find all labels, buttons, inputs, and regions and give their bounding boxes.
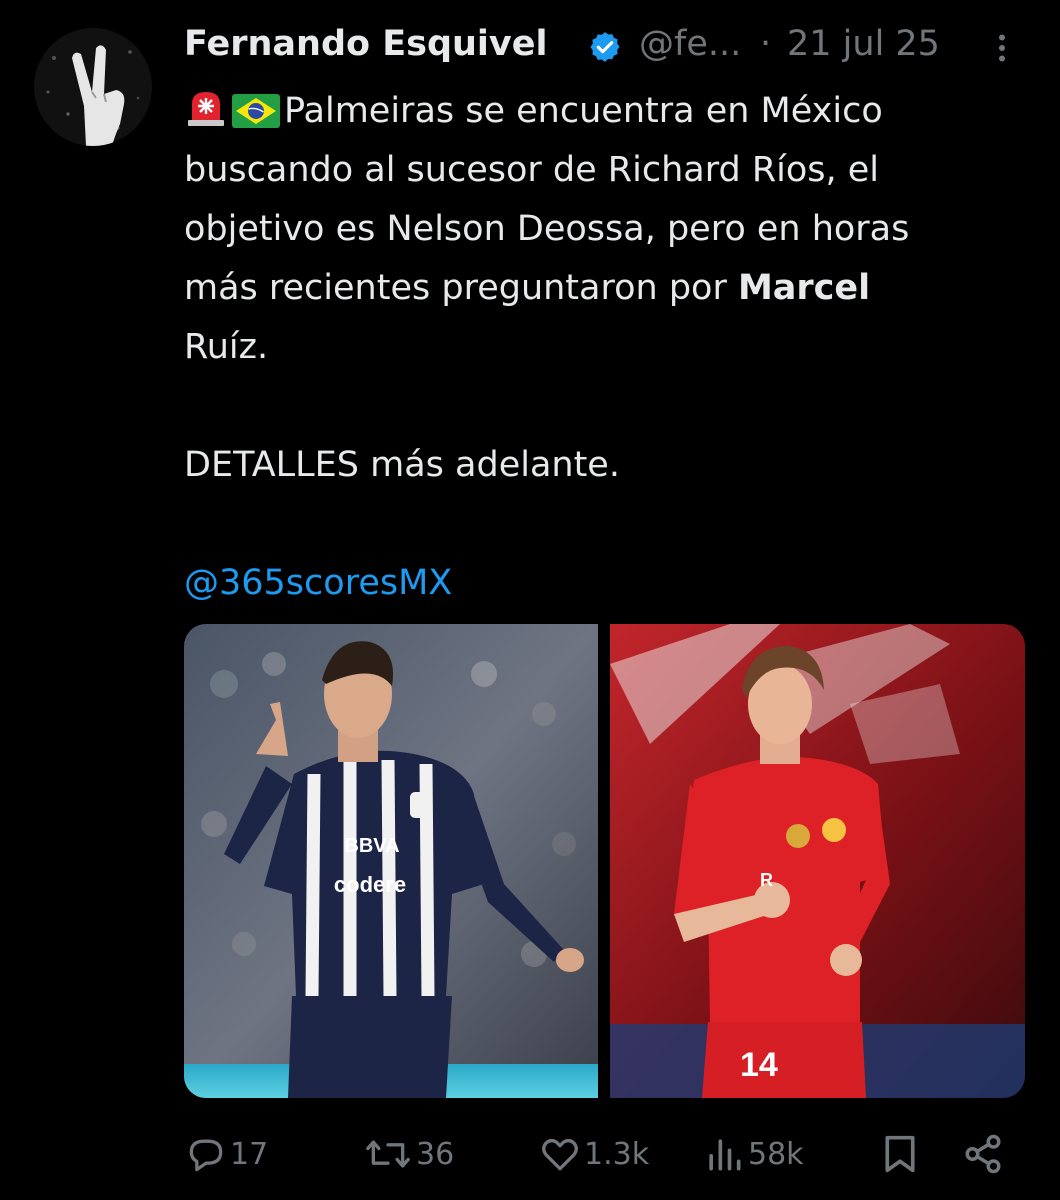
retweet-button[interactable]: 36 <box>362 1128 454 1180</box>
author-name[interactable]: Fernando Esquivel <box>184 24 547 64</box>
media-grid: BBVA codere 14 R <box>184 624 1025 1098</box>
tweet-text-line-2: buscando al sucesor de Richard Ríos, el <box>184 150 880 190</box>
jersey-text-codere: codere <box>334 872 406 897</box>
jersey-number: 14 <box>740 1046 778 1084</box>
avatar[interactable] <box>34 28 152 146</box>
verified-badge-icon <box>590 32 620 62</box>
peace-hand-icon <box>34 28 152 146</box>
reply-button[interactable]: 17 <box>184 1128 268 1180</box>
brazil-flag-emoji <box>232 94 280 128</box>
mention-link[interactable]: @365scoresMX <box>184 554 1044 613</box>
tweet-text-line-1: Palmeiras se encuentra en México <box>284 91 883 131</box>
tweet-text-line-5: Ruíz. <box>184 327 269 367</box>
views-button[interactable]: 58k <box>702 1128 804 1180</box>
tweet-date[interactable]: 21 jul 25 <box>787 24 940 64</box>
jersey-text-bbva: BBVA <box>344 835 399 857</box>
tweet-text: Palmeiras se encuentra en México buscand… <box>184 82 1044 613</box>
photo-player-toluca[interactable]: 14 R <box>610 624 1025 1098</box>
retweet-icon <box>366 1140 410 1168</box>
tweet-text-details: DETALLES más adelante. <box>184 445 620 485</box>
views-icon <box>709 1139 741 1171</box>
share-button[interactable] <box>962 1128 1004 1180</box>
views-count: 58k <box>748 1136 804 1172</box>
author-handle[interactable]: @fe... <box>639 24 741 64</box>
like-count: 1.3k <box>584 1136 650 1172</box>
rotating-light-emoji <box>188 92 224 126</box>
retweet-count: 36 <box>416 1136 455 1172</box>
tweet-header: Fernando Esquivel @fe... · 21 jul 25 <box>184 22 1044 74</box>
reply-count: 17 <box>230 1136 269 1172</box>
like-button[interactable]: 1.3k <box>538 1128 649 1180</box>
svg-text:R: R <box>760 870 773 890</box>
more-options-icon[interactable] <box>984 30 1020 66</box>
bold-name: Marcel <box>737 268 871 308</box>
heart-icon <box>542 1138 578 1171</box>
bookmark-icon <box>885 1135 915 1173</box>
photo-player-monterrey[interactable]: BBVA codere <box>184 624 598 1098</box>
bookmark-button[interactable] <box>880 1128 920 1180</box>
header-separator: · <box>760 24 772 64</box>
tweet-text-line-4: más recientes preguntaron por <box>184 268 738 308</box>
tweet-text-line-3: objetivo es Nelson Deossa, pero en horas <box>184 209 910 249</box>
reply-icon <box>189 1139 223 1172</box>
share-icon <box>965 1134 1001 1174</box>
action-bar: 17 36 1.3k 58k <box>184 1128 1044 1180</box>
